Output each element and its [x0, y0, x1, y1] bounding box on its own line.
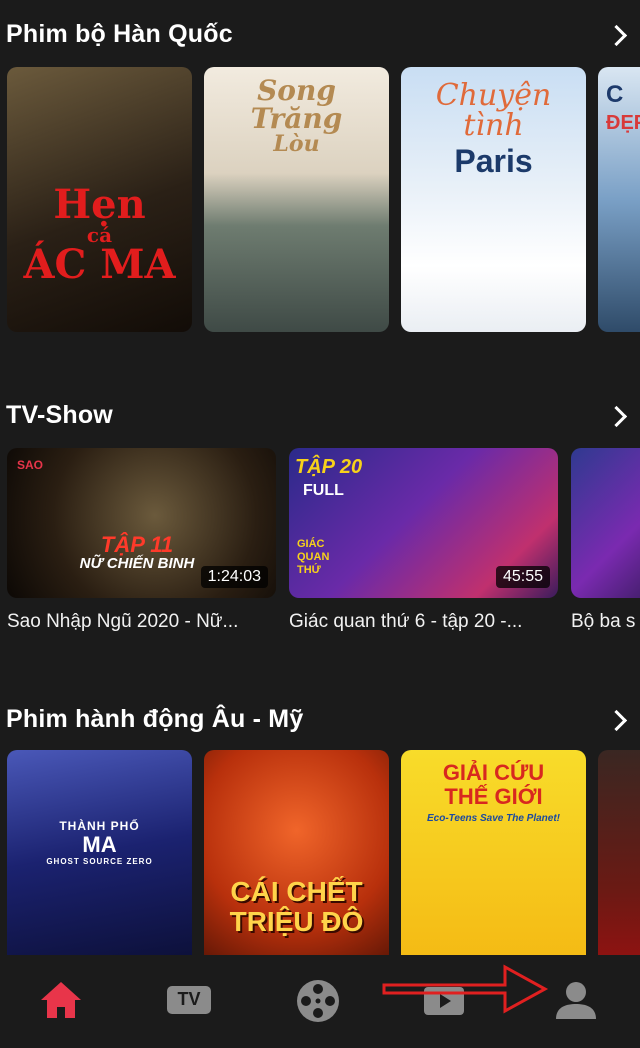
chevron-right-icon[interactable]: [605, 709, 628, 732]
section-title: TV-Show: [6, 401, 113, 429]
profile-icon: [556, 982, 596, 1019]
poster-title: Chuyện tình Paris: [435, 78, 552, 179]
korean-series-row[interactable]: Hẹn cá ÁC MA Song Trăng Lòu Chuyện tình …: [0, 67, 640, 332]
duration-badge: 45:55: [495, 566, 550, 588]
bottom-navigation: TV: [0, 955, 640, 1048]
video-title[interactable]: Giác quan thứ 6 - tập 20 -...: [289, 611, 558, 633]
chevron-right-icon[interactable]: [605, 24, 628, 47]
section-header[interactable]: Phim bộ Hàn Quốc: [0, 20, 640, 60]
chevron-right-icon[interactable]: [605, 405, 628, 428]
section-header[interactable]: TV-Show: [0, 401, 640, 441]
section-header[interactable]: Phim hành động Âu - Mỹ: [0, 705, 640, 745]
duration-badge: 1:24:03: [200, 566, 268, 588]
video-thumbnail[interactable]: TẬP 20 FULL GIÁC QUAN THỨ 45:55: [289, 448, 558, 598]
section-title: Phim hành động Âu - Mỹ: [6, 705, 304, 733]
nav-movies[interactable]: [294, 977, 344, 1027]
movie-card[interactable]: GIẢI CỨU THẾ GIỚI Eco-Teens Save The Pla…: [401, 750, 586, 955]
nav-home[interactable]: [38, 977, 88, 1027]
film-reel-icon: [297, 980, 339, 1022]
nav-profile[interactable]: [552, 977, 602, 1027]
section-korean-series: Phim bộ Hàn Quốc: [0, 20, 640, 60]
show-logo: GIÁC QUAN THỨ: [297, 538, 330, 577]
show-logo: SAO: [17, 458, 44, 472]
video-title[interactable]: Bộ ba s: [571, 611, 640, 633]
poster-title: THÀNH PHỐ MA GHOST SOURCE ZERO: [46, 819, 153, 866]
section-title: Phim bộ Hàn Quốc: [6, 20, 233, 48]
poster-title: C ĐẸP: [606, 81, 640, 134]
nav-videos[interactable]: [420, 977, 470, 1027]
movie-card[interactable]: THÀNH PHỐ MA GHOST SOURCE ZERO: [7, 750, 192, 955]
video-thumbnail[interactable]: SAO TẬP 11 NỮ CHIẾN BINH 1:24:03: [7, 448, 276, 598]
movie-card[interactable]: Chuyện tình Paris: [401, 67, 586, 332]
poster-title: GIẢI CỨU THẾ GIỚI Eco-Teens Save The Pla…: [426, 760, 560, 824]
nav-tv[interactable]: TV: [166, 977, 216, 1027]
tv-label: TV: [177, 989, 201, 1009]
home-icon: [41, 982, 81, 1018]
poster-title: Song Trăng Lòu: [250, 74, 343, 157]
poster-title: Hẹn cá ÁC MA: [23, 181, 176, 288]
action-movies-row[interactable]: THÀNH PHỐ MA GHOST SOURCE ZERO CÁI CHẾT …: [0, 750, 640, 955]
video-thumbnail[interactable]: [571, 448, 640, 598]
movie-card[interactable]: CÁI CHẾT TRIỆU ĐÔ: [204, 750, 389, 955]
video-title[interactable]: Sao Nhập Ngũ 2020 - Nữ...: [7, 611, 276, 633]
movie-card[interactable]: Hẹn cá ÁC MA: [7, 67, 192, 332]
episode-badge: TẬP 20: [295, 456, 363, 478]
movie-card[interactable]: C ĐẸP: [598, 67, 640, 332]
poster-title: CÁI CHẾT TRIỆU ĐÔ: [229, 876, 364, 937]
movie-card[interactable]: Song Trăng Lòu: [204, 67, 389, 332]
movie-card[interactable]: [598, 750, 640, 955]
tv-show-row[interactable]: SAO TẬP 11 NỮ CHIẾN BINH 1:24:03 Sao Nhậ…: [0, 448, 640, 638]
section-tv-show: TV-Show: [0, 401, 640, 441]
episode-title: TẬP 11 NỮ CHIẾN BINH: [79, 532, 195, 572]
section-action-movies: Phim hành động Âu - Mỹ: [0, 705, 640, 745]
full-label: FULL: [303, 482, 344, 499]
play-icon: [424, 987, 464, 1015]
